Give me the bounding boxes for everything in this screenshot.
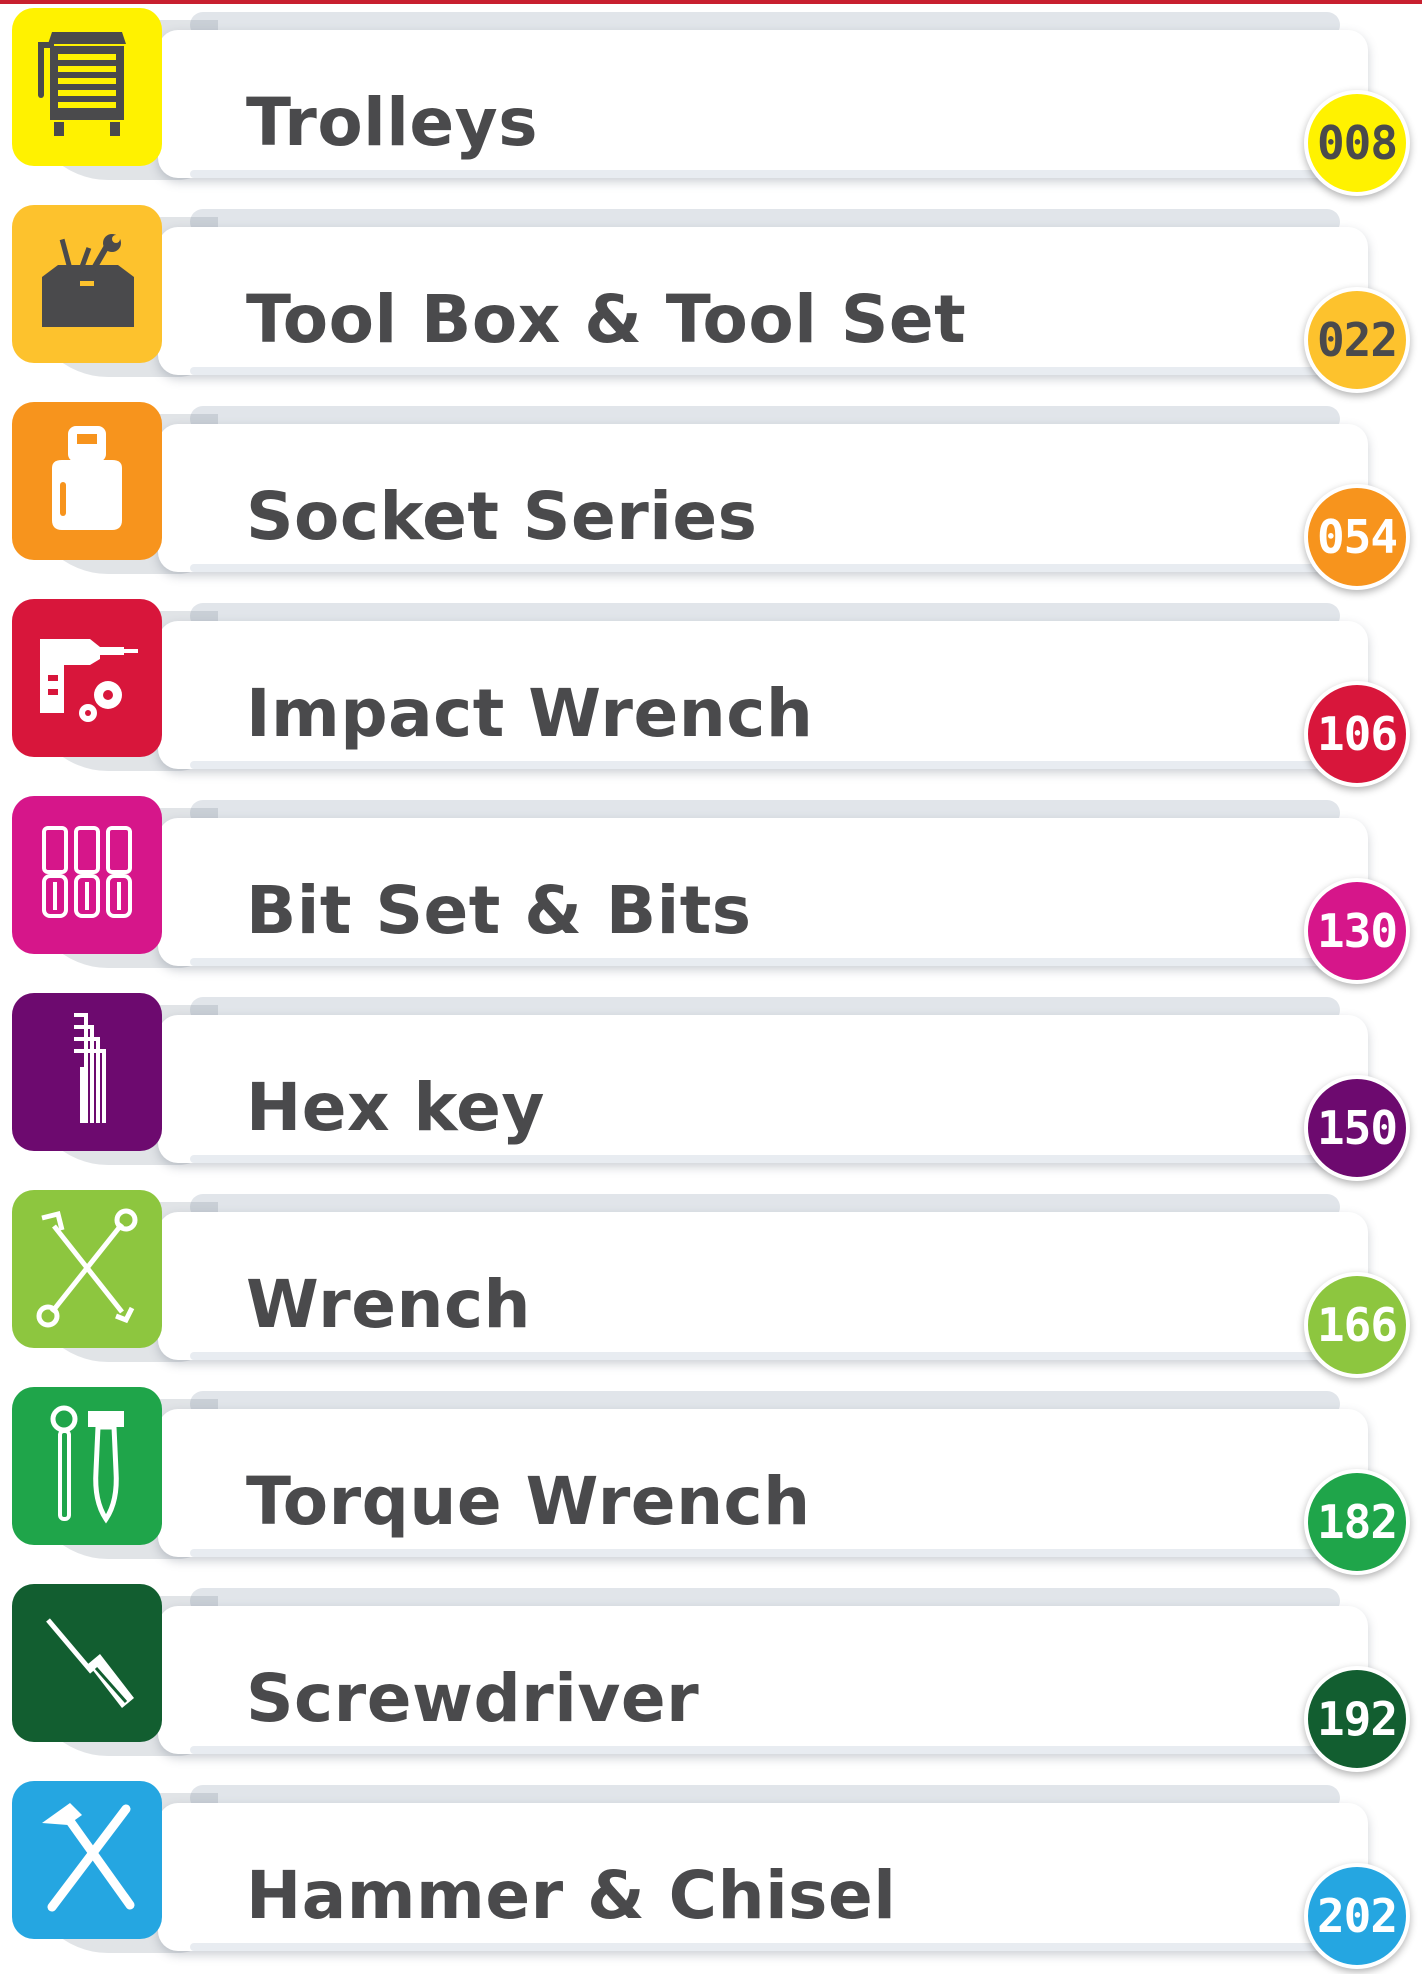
category-tab <box>12 599 162 757</box>
toc-entry-bit-set[interactable]: Bit Set & Bits 130 <box>0 796 1422 984</box>
screwdriver-icon <box>46 1618 134 1708</box>
category-tab <box>12 205 162 363</box>
page-number-badge[interactable]: 054 <box>1304 484 1410 590</box>
card-underline <box>190 564 1320 572</box>
entry-title: Hammer & Chisel <box>246 1857 897 1934</box>
toc-entry-screwdriver[interactable]: Screwdriver 192 <box>0 1584 1422 1772</box>
category-tab <box>12 1190 162 1348</box>
toc-entry-wrench[interactable]: Wrench 166 <box>0 1190 1422 1378</box>
hex-key-icon <box>74 1013 106 1123</box>
page-number-badge[interactable]: 192 <box>1304 1666 1410 1772</box>
category-tab <box>12 8 162 166</box>
category-tab <box>12 993 162 1151</box>
trolley-icon <box>38 32 126 136</box>
entry-title: Wrench <box>246 1266 532 1343</box>
bit-set-icon <box>42 826 132 918</box>
page-number-badge[interactable]: 166 <box>1304 1272 1410 1378</box>
card-underline <box>190 1943 1320 1951</box>
page-number: 182 <box>1316 1495 1398 1549</box>
toc-entry-hammer-chisel[interactable]: Hammer & Chisel 202 <box>0 1781 1422 1969</box>
socket-icon <box>52 426 122 530</box>
card-underline <box>190 170 1320 178</box>
card-underline <box>190 1352 1320 1360</box>
card-underline <box>190 761 1320 769</box>
page-number: 022 <box>1316 313 1398 367</box>
entry-title: Impact Wrench <box>246 675 814 752</box>
page-number-badge[interactable]: 022 <box>1304 287 1410 393</box>
category-tab <box>12 1387 162 1545</box>
category-tab <box>12 402 162 560</box>
wrench-icon <box>36 1208 138 1328</box>
page-number-badge[interactable]: 106 <box>1304 681 1410 787</box>
page-number: 192 <box>1316 1692 1398 1746</box>
category-tab <box>12 796 162 954</box>
card-underline <box>190 1549 1320 1557</box>
page-number-badge[interactable]: 130 <box>1304 878 1410 984</box>
entry-title: Torque Wrench <box>246 1463 811 1540</box>
card-underline <box>190 367 1320 375</box>
page-number-badge[interactable]: 202 <box>1304 1863 1410 1969</box>
torque-wrench-icon <box>50 1405 124 1524</box>
impact-wrench-icon <box>40 639 138 722</box>
page-number: 054 <box>1316 510 1398 564</box>
page-number: 130 <box>1316 904 1398 958</box>
page-number: 106 <box>1316 707 1398 761</box>
toc-entry-hex-key[interactable]: Hex key 150 <box>0 993 1422 1181</box>
toolbox-icon <box>42 234 134 327</box>
page-number-badge[interactable]: 150 <box>1304 1075 1410 1181</box>
toc-entry-torque-wrench[interactable]: Torque Wrench 182 <box>0 1387 1422 1575</box>
entry-title: Hex key <box>246 1069 545 1146</box>
page-number-badge[interactable]: 182 <box>1304 1469 1410 1575</box>
hammer-chisel-icon <box>42 1803 135 1912</box>
card-underline <box>190 1746 1320 1754</box>
toc-entry-socket-series[interactable]: Socket Series 054 <box>0 402 1422 590</box>
page-number: 166 <box>1316 1298 1398 1352</box>
category-tab <box>12 1781 162 1939</box>
toc-entry-trolleys[interactable]: Trolleys 008 <box>0 8 1422 196</box>
entry-title: Trolleys <box>246 84 538 161</box>
entry-title: Tool Box & Tool Set <box>246 281 967 358</box>
top-rule <box>0 0 1422 4</box>
page-number: 150 <box>1316 1101 1398 1155</box>
toc-entry-tool-box[interactable]: Tool Box & Tool Set 022 <box>0 205 1422 393</box>
page-number: 202 <box>1316 1889 1398 1943</box>
entry-title: Socket Series <box>246 478 758 555</box>
category-tab <box>12 1584 162 1742</box>
card-underline <box>190 1155 1320 1163</box>
entry-title: Bit Set & Bits <box>246 872 752 949</box>
page-number: 008 <box>1316 116 1398 170</box>
entry-title: Screwdriver <box>246 1660 700 1737</box>
page-number-badge[interactable]: 008 <box>1304 90 1410 196</box>
card-underline <box>190 958 1320 966</box>
toc-entry-impact-wrench[interactable]: Impact Wrench 106 <box>0 599 1422 787</box>
